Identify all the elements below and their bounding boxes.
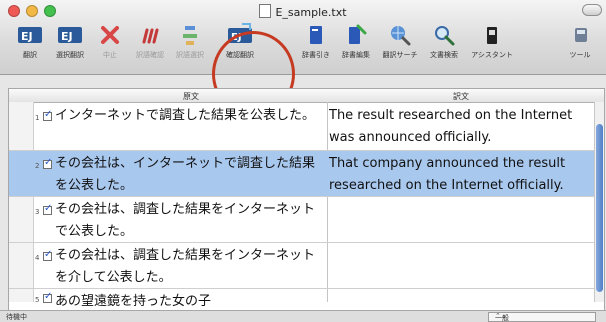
svg-text:EJ: EJ <box>61 30 73 43</box>
select-terms-icon <box>183 26 197 45</box>
row-checkbox[interactable] <box>43 157 52 169</box>
toolbar-select-terms[interactable]: 訳語選択 <box>164 20 216 60</box>
chevron-updown-icon: ⌃⌄ <box>495 312 507 320</box>
source-column-header[interactable]: 原文 <box>55 91 327 102</box>
row-checkbox[interactable] <box>43 203 52 215</box>
app-window: E_sample.txt EJ 翻訳 EJ 選択翻訳 中止 訳語確認 訳語選択 … <box>0 0 606 322</box>
selection-translate-icon: EJ <box>58 27 82 43</box>
translation-table: 原文 訳文 1 インターネットで調査した結果を公表した。 The result … <box>8 88 605 312</box>
title-bar: E_sample.txt EJ 翻訳 EJ 選択翻訳 中止 訳語確認 訳語選択 … <box>0 0 606 117</box>
source-text[interactable]: その会社は、調査した結果をインターネットで公表した。 <box>55 199 327 243</box>
row-checkbox[interactable] <box>43 109 52 121</box>
dictionary-lookup-icon <box>310 26 322 44</box>
row-checkbox[interactable] <box>43 291 52 303</box>
table-row-3[interactable]: 3 その会社は、調査した結果をインターネットで公表した。 <box>9 197 595 243</box>
vertical-scrollbar[interactable] <box>594 102 604 302</box>
source-text[interactable]: その会社は、調査した結果をインターネットを介して公表した。 <box>55 245 327 289</box>
assistant-icon <box>487 27 497 44</box>
target-text[interactable]: The result researched on the Internet wa… <box>329 105 593 149</box>
row-number: 3 <box>35 208 40 216</box>
document-icon <box>259 4 272 18</box>
target-column-header[interactable]: 訳文 <box>329 91 593 102</box>
source-text[interactable]: インターネットで調査した結果を公表した。 <box>55 105 327 127</box>
target-text[interactable]: That company announced the result resear… <box>329 153 593 197</box>
window-title: E_sample.txt <box>0 4 606 19</box>
scroll-thumb[interactable] <box>596 124 603 292</box>
table-row-4[interactable]: 4 その会社は、調査した結果をインターネットを介して公表した。 <box>9 243 595 289</box>
row-number: 2 <box>35 162 40 170</box>
table-row-2[interactable]: 2 その会社は、インターネットで調査した結果を公表した。 That compan… <box>9 151 595 197</box>
translate-icon: EJ <box>18 27 42 43</box>
status-text: 待機中 <box>6 313 27 321</box>
source-text[interactable]: その会社は、インターネットで調査した結果を公表した。 <box>55 153 327 197</box>
status-bar: 待機中 一般 ⌃⌄ <box>0 310 606 322</box>
source-text[interactable]: あの望遠鏡を持った女の子 <box>55 291 327 311</box>
magnifier-icon <box>435 26 455 46</box>
stop-icon <box>101 26 119 44</box>
svg-text:EJ: EJ <box>21 30 33 43</box>
dictionary-edit-icon <box>349 24 367 44</box>
globe-search-icon <box>391 26 411 46</box>
table-row-5[interactable]: 5 あの望遠鏡を持った女の子 <box>9 289 595 312</box>
check-terms-icon <box>142 28 159 44</box>
row-number: 4 <box>35 254 40 262</box>
table-header: 原文 訳文 <box>9 89 604 103</box>
toolbar: EJ 翻訳 EJ 選択翻訳 中止 訳語確認 訳語選択 EJ 確認翻訳 辞書引き … <box>0 20 606 117</box>
row-checkbox[interactable] <box>43 249 52 261</box>
mode-select[interactable]: 一般 ⌃⌄ <box>488 312 596 322</box>
toolbar-assistant[interactable]: アシスタント <box>466 20 518 60</box>
toolbar-tools[interactable]: ツール <box>554 20 606 60</box>
toolbar-document-search[interactable]: 文書検索 <box>418 20 470 60</box>
tools-icon <box>575 28 587 42</box>
row-number: 5 <box>35 296 40 304</box>
table-row-1[interactable]: 1 インターネットで調査した結果を公表した。 The result resear… <box>9 103 595 151</box>
row-number: 1 <box>35 114 40 122</box>
